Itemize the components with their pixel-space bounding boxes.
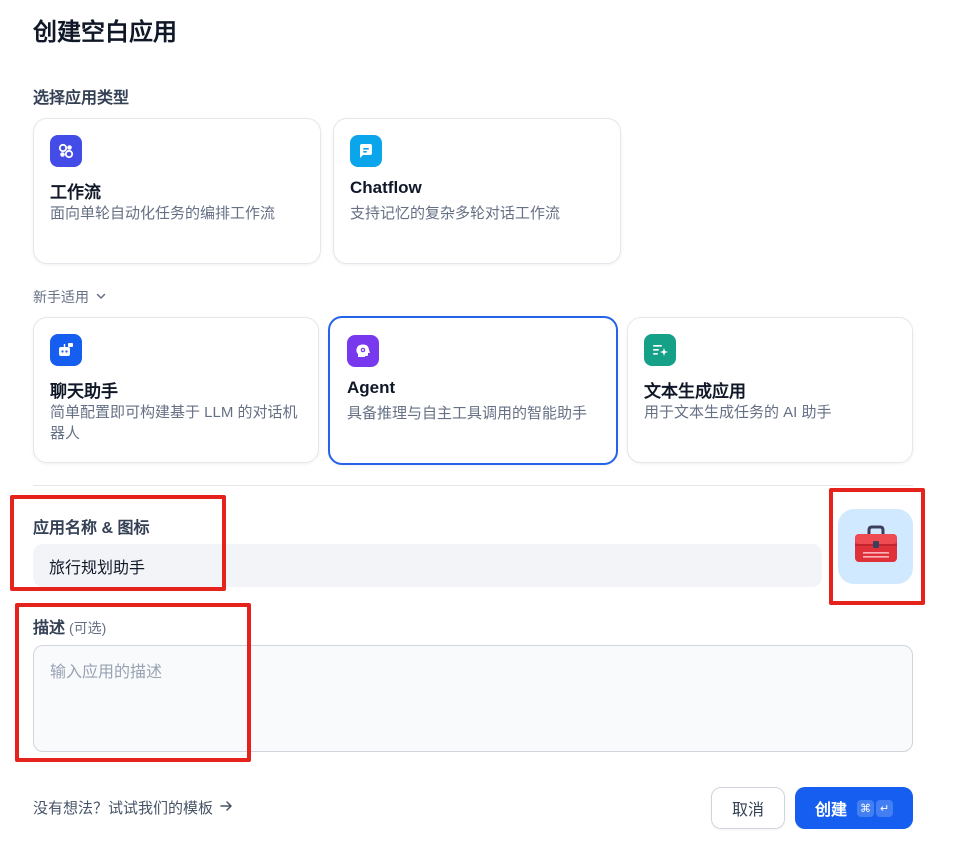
app-type-card-chatbot[interactable]: 聊天助手 简单配置即可构建基于 LLM 的对话机器人	[33, 317, 319, 463]
app-type-name: 工作流	[50, 183, 101, 202]
desc-label-text: 描述	[33, 620, 66, 637]
template-link-text: 没有想法？试试我们的模板	[33, 800, 214, 817]
app-type-card-chatflow[interactable]: Chatflow 支持记忆的复杂多轮对话工作流	[333, 118, 621, 264]
cancel-button[interactable]: 取消	[711, 787, 785, 829]
chatbot-icon	[50, 334, 82, 366]
app-type-name: 聊天助手	[50, 382, 118, 401]
app-name-input[interactable]: 旅行规划助手	[33, 544, 822, 587]
agent-icon	[347, 335, 379, 367]
description-textarea[interactable]: 输入应用的描述	[33, 645, 913, 752]
app-type-section-title: 选择应用类型	[33, 90, 130, 107]
app-type-desc: 面向单轮自动化任务的编排工作流	[50, 205, 276, 222]
chatflow-icon	[350, 135, 382, 167]
toolbox-icon	[853, 524, 899, 569]
app-type-card-text-generation[interactable]: 文本生成应用 用于文本生成任务的 AI 助手	[627, 317, 913, 463]
app-type-name: Chatflow	[350, 178, 422, 197]
command-key-icon: ⌘	[857, 800, 874, 817]
create-button[interactable]: 创建 ⌘ ↵	[795, 787, 913, 829]
app-type-desc: 支持记忆的复杂多轮对话工作流	[350, 205, 561, 222]
beginner-toggle[interactable]: 新手适用	[33, 287, 107, 307]
app-type-card-workflow[interactable]: 工作流 面向单轮自动化任务的编排工作流	[33, 118, 321, 264]
app-type-card-agent[interactable]: Agent 具备推理与自主工具调用的智能助手	[328, 316, 618, 465]
optional-hint: (可选)	[69, 620, 107, 636]
app-type-name: Agent	[347, 378, 396, 397]
template-link[interactable]: 没有想法？试试我们的模板	[33, 797, 233, 818]
app-type-desc: 具备推理与自主工具调用的智能助手	[347, 405, 588, 422]
beginner-label: 新手适用	[33, 289, 89, 305]
page-title: 创建空白应用	[33, 19, 177, 46]
app-type-desc: 用于文本生成任务的 AI 助手	[644, 404, 832, 421]
app-type-name: 文本生成应用	[644, 382, 746, 401]
chevron-down-icon	[95, 289, 107, 305]
divider	[33, 485, 913, 486]
enter-key-icon: ↵	[876, 800, 893, 817]
name-field-label: 应用名称 & 图标	[33, 520, 150, 537]
description-placeholder: 输入应用的描述	[50, 664, 163, 681]
arrow-right-icon	[219, 799, 233, 817]
app-name-value: 旅行规划助手	[49, 559, 146, 577]
app-type-desc: 简单配置即可构建基于 LLM 的对话机器人	[50, 404, 298, 442]
desc-field-label: 描述 (可选)	[33, 614, 106, 638]
app-icon-picker[interactable]	[838, 509, 913, 584]
create-button-label: 创建	[814, 802, 847, 819]
workflow-icon	[50, 135, 82, 167]
text-generation-icon	[644, 334, 676, 366]
